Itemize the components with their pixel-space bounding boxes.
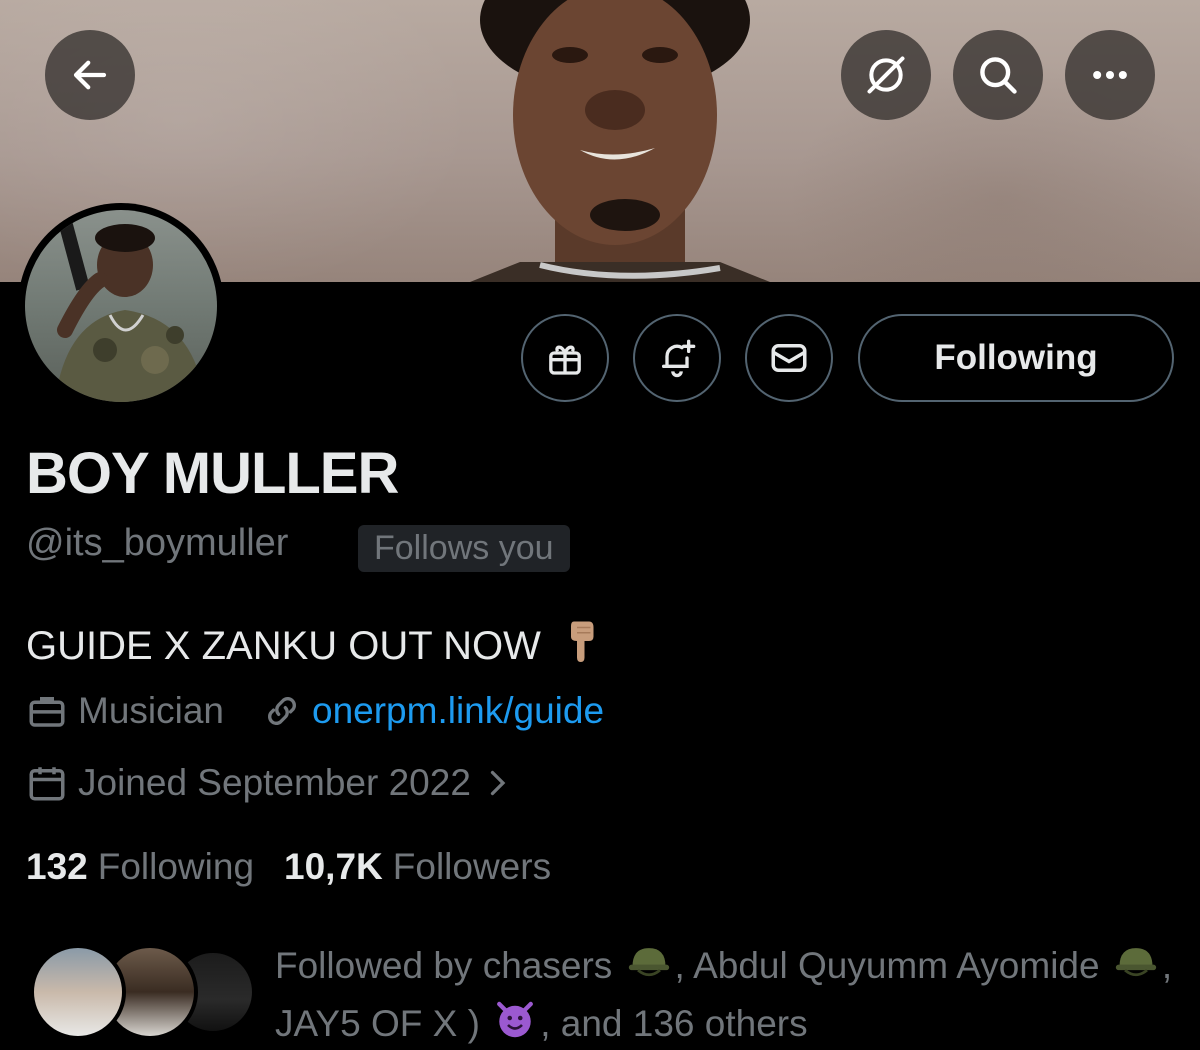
joined-date: Joined September 2022 [78, 762, 471, 803]
bio-text: GUIDE X ZANKU OUT NOW [26, 623, 541, 668]
pointing-down-emoji [565, 618, 601, 674]
follow-stats: 132 Following 10,7K Followers [26, 846, 581, 888]
bell-plus-icon [662, 339, 696, 378]
profile-meta-row: Musician onerpm.link/guide [26, 690, 604, 732]
search-button[interactable] [953, 30, 1043, 120]
envelope-icon [771, 344, 807, 372]
smiling-devil-emoji [494, 997, 536, 1050]
followers-stat[interactable]: 10,7K Followers [284, 846, 551, 888]
joined-row[interactable]: Joined September 2022 [26, 762, 525, 804]
follows-you-badge: Follows you [358, 525, 570, 572]
briefcase-icon [29, 697, 65, 727]
helmet-emoji [627, 940, 671, 996]
avatar-photo [25, 210, 217, 402]
gift-icon [549, 345, 581, 375]
gift-button[interactable] [521, 314, 609, 402]
following-label: Following [97, 846, 255, 887]
calendar-icon [29, 767, 65, 801]
grok-button[interactable] [841, 30, 931, 120]
handle: @its_boymuller [26, 522, 289, 564]
chevron-right-icon [490, 770, 506, 796]
bio: GUIDE X ZANKU OUT NOW [26, 618, 601, 674]
followed-by-avatars[interactable] [30, 944, 256, 1044]
following-button[interactable]: Following [858, 314, 1174, 402]
category-label: Musician [78, 690, 224, 731]
followed-by-suffix: , and 136 others [540, 1003, 808, 1045]
notify-button[interactable] [633, 314, 721, 402]
back-button[interactable] [45, 30, 135, 120]
helmet-emoji [1114, 940, 1158, 996]
more-horizontal-icon [1093, 70, 1127, 80]
followed-by-name-2: , Abdul Quyumm Ayomide [674, 945, 1100, 986]
website-link[interactable]: onerpm.link/guide [312, 690, 604, 732]
followers-label: Followers [392, 846, 552, 887]
follower-avatar [30, 944, 126, 1040]
link-icon [268, 697, 296, 725]
more-button[interactable] [1065, 30, 1155, 120]
arrow-left-icon [73, 60, 107, 90]
message-button[interactable] [745, 314, 833, 402]
followed-by-prefix: Followed by chasers [275, 945, 613, 986]
following-count: 132 [26, 846, 88, 887]
grok-icon [867, 56, 905, 94]
profile-avatar[interactable] [18, 203, 224, 409]
display-name: BOY MULLER [26, 441, 399, 506]
following-stat[interactable]: 132 Following [26, 846, 254, 888]
search-icon [980, 57, 1017, 94]
followers-count: 10,7K [284, 846, 383, 887]
followed-by-text[interactable]: Followed by chasers , Abdul Quyumm Ayomi… [275, 938, 1185, 1050]
